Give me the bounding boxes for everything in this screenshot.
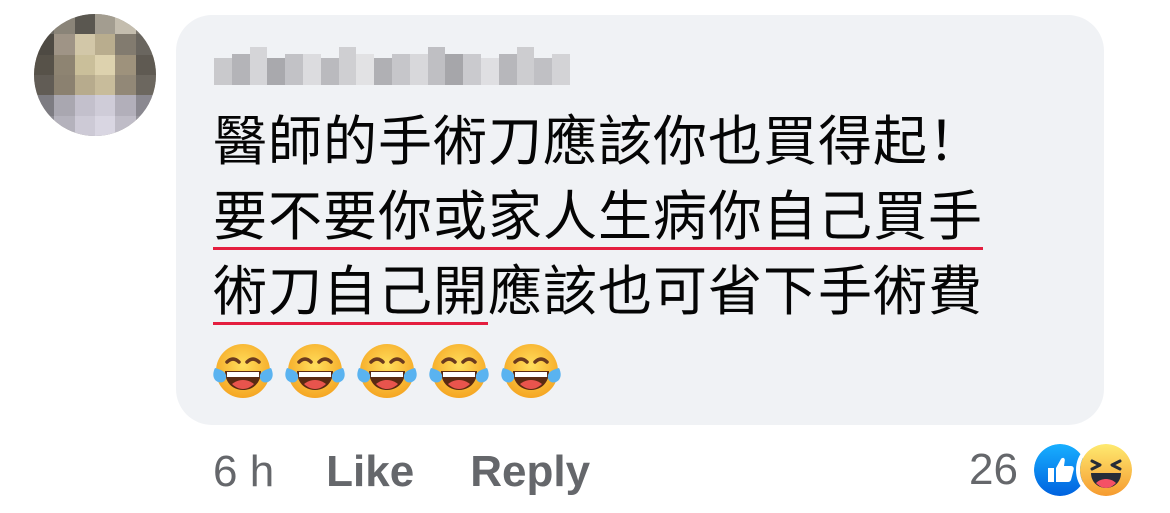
haha-reaction-icon [1076,440,1136,500]
comment-line: 術刀自己開應該也可省下手術費 [213,254,1093,329]
comment-line: 醫師的手術刀應該你也買得起！ [213,104,1093,179]
timestamp-link[interactable]: 6 h [213,447,274,497]
laughing-with-tears-emoji-icon [213,344,273,398]
underlined-text: 要不要你或家人生病你自己買手 [213,185,983,248]
avatar[interactable] [34,14,156,136]
laughing-with-tears-emoji-icon [429,344,489,398]
author-name-redacted[interactable] [214,47,570,85]
laughing-with-tears-emoji-icon [357,344,417,398]
comment-container: 醫師的手術刀應該你也買得起！ 要不要你或家人生病你自己買手 術刀自己開應該也可省… [0,0,1170,513]
like-button[interactable]: Like [326,447,414,497]
comment-text: 醫師的手術刀應該你也買得起！ 要不要你或家人生病你自己買手 術刀自己開應該也可省… [213,104,1093,329]
plain-text: 醫師的手術刀應該你也買得起！ [213,110,983,173]
underlined-text: 術刀自己開 [213,260,488,323]
reaction-count: 26 [969,445,1018,494]
reactions-summary[interactable]: 26 [969,440,1136,500]
emoji-row [211,338,563,402]
laughing-with-tears-emoji-icon [285,344,345,398]
plain-text: 應該也可省下手術費 [488,260,983,323]
comment-line: 要不要你或家人生病你自己買手 [213,179,1093,254]
laughing-with-tears-emoji-icon [501,344,561,398]
comment-actions: 6 h Like Reply [213,444,646,500]
reply-button[interactable]: Reply [470,447,590,497]
